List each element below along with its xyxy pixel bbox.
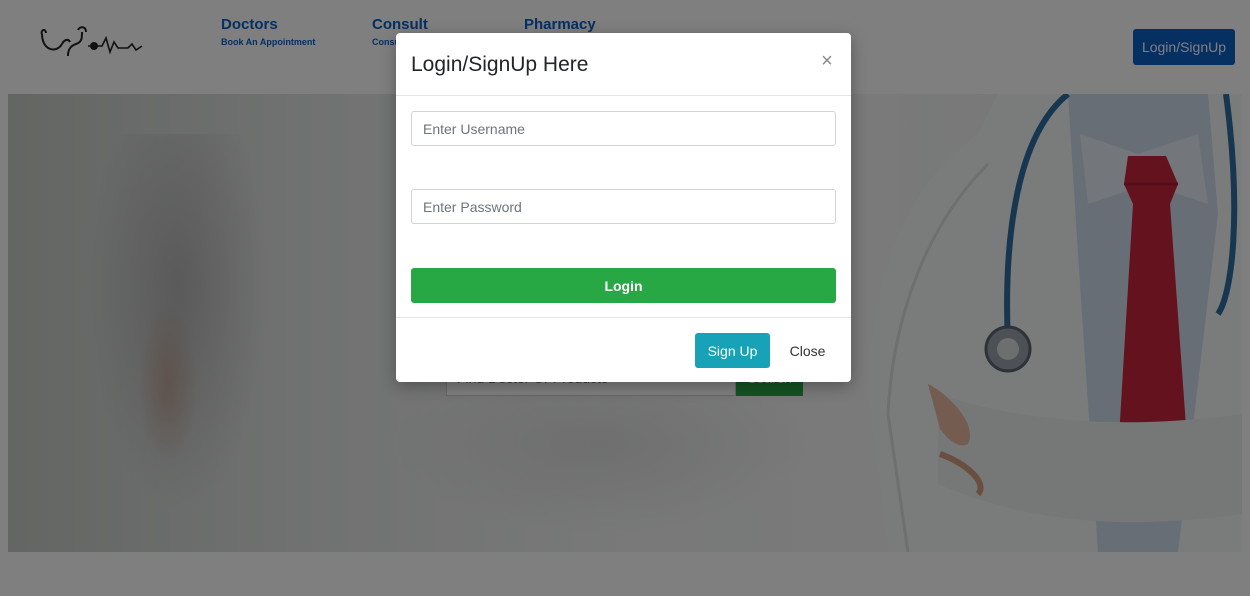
close-icon[interactable]: × <box>817 50 837 72</box>
modal-header: Login/SignUp Here × <box>396 33 851 96</box>
close-button[interactable]: Close <box>780 333 835 368</box>
modal-title: Login/SignUp Here <box>411 53 589 76</box>
login-signup-modal: Login/SignUp Here × Login Sign Up Close <box>396 33 851 382</box>
modal-footer: Sign Up Close <box>396 317 851 383</box>
page: Doctors Book An Appointment Consult Cons… <box>0 0 1250 596</box>
username-input[interactable] <box>411 111 836 146</box>
login-button[interactable]: Login <box>411 268 836 303</box>
sign-up-button[interactable]: Sign Up <box>695 333 770 368</box>
password-input[interactable] <box>411 189 836 224</box>
